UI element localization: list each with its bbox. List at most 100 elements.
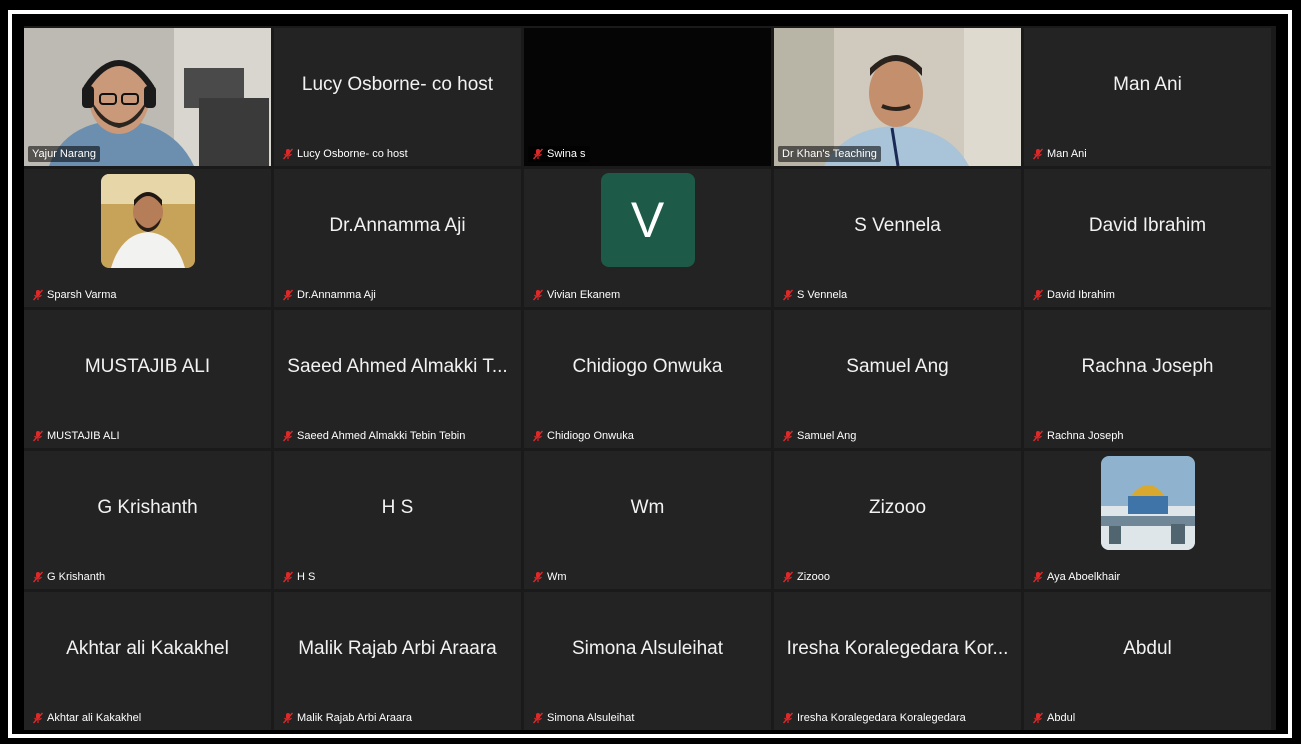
mic-muted-icon (1032, 712, 1044, 724)
mic-muted-icon (782, 712, 794, 724)
participant-name: Saeed Ahmed Almakki Tebin Tebin (297, 430, 466, 442)
mic-muted-icon (532, 289, 544, 301)
mic-muted-icon (532, 571, 544, 583)
participant-name-label: Aya Aboelkhair (1028, 569, 1124, 585)
participant-name-label: Man Ani (1028, 146, 1091, 162)
participant-name-label: Dr Khan's Teaching (778, 146, 881, 162)
mic-muted-icon (32, 571, 44, 583)
mic-muted-icon (532, 712, 544, 724)
mic-muted-icon (782, 571, 794, 583)
participant-tile[interactable]: H S H S (274, 451, 521, 589)
participant-tile[interactable]: Iresha Koralegedara Kor... Iresha Koraleg… (774, 592, 1021, 730)
participant-name-label: Zizooo (778, 569, 834, 585)
participant-name-label: Chidiogo Onwuka (528, 428, 638, 444)
participant-tile[interactable]: Akhtar ali Kakakhel Akhtar ali Kakakhel (24, 592, 271, 730)
participant-name: Swina s (547, 148, 586, 160)
mic-muted-icon (1032, 148, 1044, 160)
mic-muted-icon (782, 289, 794, 301)
participant-display-name: Zizooo (868, 497, 927, 518)
participant-avatar (1100, 456, 1195, 550)
participant-display-name: S Vennela (854, 215, 941, 236)
participant-name: Zizooo (797, 571, 831, 583)
participant-display-name: Man Ani (1113, 74, 1182, 95)
participant-name-label: Malik Rajab Arbi Araara (278, 710, 416, 726)
participant-name-label: Saeed Ahmed Almakki Tebin Tebin (278, 428, 469, 444)
mic-muted-icon (1032, 571, 1044, 583)
participant-name: Lucy Osborne- co host (297, 148, 408, 160)
participant-name-label: MUSTAJIB ALI (28, 428, 124, 444)
participant-name: Dr.Annamma Aji (297, 289, 376, 301)
participant-name: David Ibrahim (1047, 289, 1115, 301)
mic-muted-icon (1032, 289, 1044, 301)
participant-display-name: Chidiogo Onwuka (572, 356, 723, 377)
participant-tile[interactable]: Sparsh Varma (24, 169, 271, 307)
mic-muted-icon (32, 712, 44, 724)
participant-tile[interactable]: Wm Wm (524, 451, 771, 589)
participant-display-name: Lucy Osborne- co host (301, 74, 494, 95)
participant-name: Aya Aboelkhair (1047, 571, 1121, 583)
mic-muted-icon (282, 712, 294, 724)
participant-display-name: Akhtar ali Kakakhel (66, 638, 229, 659)
participant-name: Dr Khan's Teaching (782, 148, 877, 160)
participant-tile[interactable]: Swina s (524, 28, 771, 166)
participant-name: Simona Alsuleihat (547, 712, 635, 724)
participant-tile[interactable]: Aya Aboelkhair (1024, 451, 1271, 589)
participant-tile[interactable]: S Vennela S Vennela (774, 169, 1021, 307)
participant-name: S Vennela (797, 289, 848, 301)
participant-avatar (100, 174, 195, 268)
participant-tile[interactable]: Zizooo Zizooo (774, 451, 1021, 589)
participant-name-label: Rachna Joseph (1028, 428, 1127, 444)
participant-tile[interactable]: Lucy Osborne- co host Lucy Osborne- co ho… (274, 28, 521, 166)
participant-name: Chidiogo Onwuka (547, 430, 634, 442)
participant-name: Iresha Koralegedara Koralegedara (797, 712, 966, 724)
participant-tile[interactable]: Dr Khan's Teaching (774, 28, 1021, 166)
participant-tile[interactable]: Yajur Narang (24, 28, 271, 166)
participant-tile[interactable]: Saeed Ahmed Almakki T... Saeed Ahmed Alma… (274, 310, 521, 448)
participant-name: Abdul (1047, 712, 1076, 724)
participant-name: G Krishanth (47, 571, 106, 583)
participant-tile[interactable]: Abdul Abdul (1024, 592, 1271, 730)
participant-name-label: Lucy Osborne- co host (278, 146, 412, 162)
participant-display-name: MUSTAJIB ALI (84, 356, 211, 377)
participant-name-label: Yajur Narang (28, 146, 100, 162)
participant-name: H S (297, 571, 316, 583)
participant-name: Yajur Narang (32, 148, 96, 160)
participant-name: Samuel Ang (797, 430, 857, 442)
participant-name-label: Sparsh Varma (28, 287, 121, 303)
gallery-view: Yajur Narang Lucy Osborne- co host Lucy Os… (24, 26, 1276, 730)
participant-name-label: Swina s (528, 146, 590, 162)
participant-display-name: Samuel Ang (846, 356, 949, 377)
participant-display-name: Dr.Annamma Aji (329, 215, 466, 236)
participant-tile[interactable]: Samuel Ang Samuel Ang (774, 310, 1021, 448)
participant-display-name: H S (381, 497, 414, 518)
participant-name-label: G Krishanth (28, 569, 109, 585)
participant-tile[interactable]: G Krishanth G Krishanth (24, 451, 271, 589)
participant-tile[interactable]: Simona Alsuleihat Simona Alsuleihat (524, 592, 771, 730)
mic-muted-icon (282, 571, 294, 583)
participant-display-name: Simona Alsuleihat (571, 638, 724, 659)
participant-name: Malik Rajab Arbi Araara (297, 712, 412, 724)
participant-name: Rachna Joseph (1047, 430, 1124, 442)
participant-name-label: Samuel Ang (778, 428, 860, 444)
mic-muted-icon (32, 289, 44, 301)
participant-name: MUSTAJIB ALI (47, 430, 120, 442)
participant-display-name: Iresha Koralegedara Kor... (786, 638, 1009, 659)
participant-initial-avatar: V (600, 173, 695, 267)
participant-display-name: Abdul (1123, 638, 1172, 659)
participant-display-name: Saeed Ahmed Almakki T... (287, 356, 508, 377)
participant-tile[interactable]: Man Ani Man Ani (1024, 28, 1271, 166)
participant-tile[interactable]: David Ibrahim David Ibrahim (1024, 169, 1271, 307)
participant-tile[interactable]: Rachna Joseph Rachna Joseph (1024, 310, 1271, 448)
participant-display-name: Rachna Joseph (1081, 356, 1214, 377)
participant-tile[interactable]: Dr.Annamma Aji Dr.Annamma Aji (274, 169, 521, 307)
participant-tile[interactable]: Malik Rajab Arbi Araara Malik Rajab Arbi … (274, 592, 521, 730)
participant-name-label: S Vennela (778, 287, 851, 303)
participant-name-label: Wm (528, 569, 571, 585)
participant-tile[interactable]: MUSTAJIB ALI MUSTAJIB ALI (24, 310, 271, 448)
participant-name-label: Abdul (1028, 710, 1079, 726)
participant-name: Sparsh Varma (47, 289, 117, 301)
participant-tile[interactable]: V Vivian Ekanem (524, 169, 771, 307)
participant-tile[interactable]: Chidiogo Onwuka Chidiogo Onwuka (524, 310, 771, 448)
participant-name-label: Akhtar ali Kakakhel (28, 710, 145, 726)
mic-muted-icon (532, 148, 544, 160)
